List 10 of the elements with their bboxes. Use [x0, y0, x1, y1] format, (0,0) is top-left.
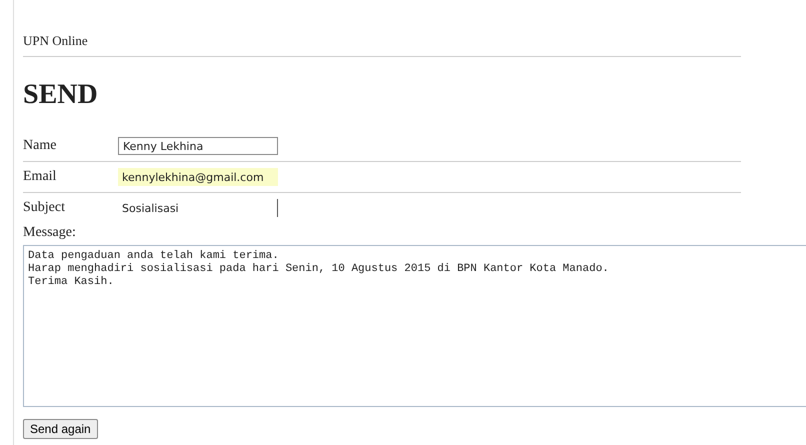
send-button[interactable]: Send again [23, 419, 98, 439]
input-field[interactable]: kennylekhina@gmail.com [118, 168, 278, 186]
site-title: UPN Online [23, 33, 88, 48]
message-field[interactable]: Data pengaduan anda telah kami terima. Harap menghadiri sosialisasi pada hari Senin, 10 Agustus 2015 di BPN Kantor Kota Manado. Terima Kasih. [23, 245, 806, 407]
input-field[interactable]: Kenny Lekhina [118, 137, 278, 155]
field-label: Name [23, 138, 58, 154]
field-label: Message: [23, 225, 77, 241]
field-label: Subject [23, 200, 66, 216]
page-heading: SEND [23, 79, 99, 111]
field-label: Email [23, 169, 58, 185]
